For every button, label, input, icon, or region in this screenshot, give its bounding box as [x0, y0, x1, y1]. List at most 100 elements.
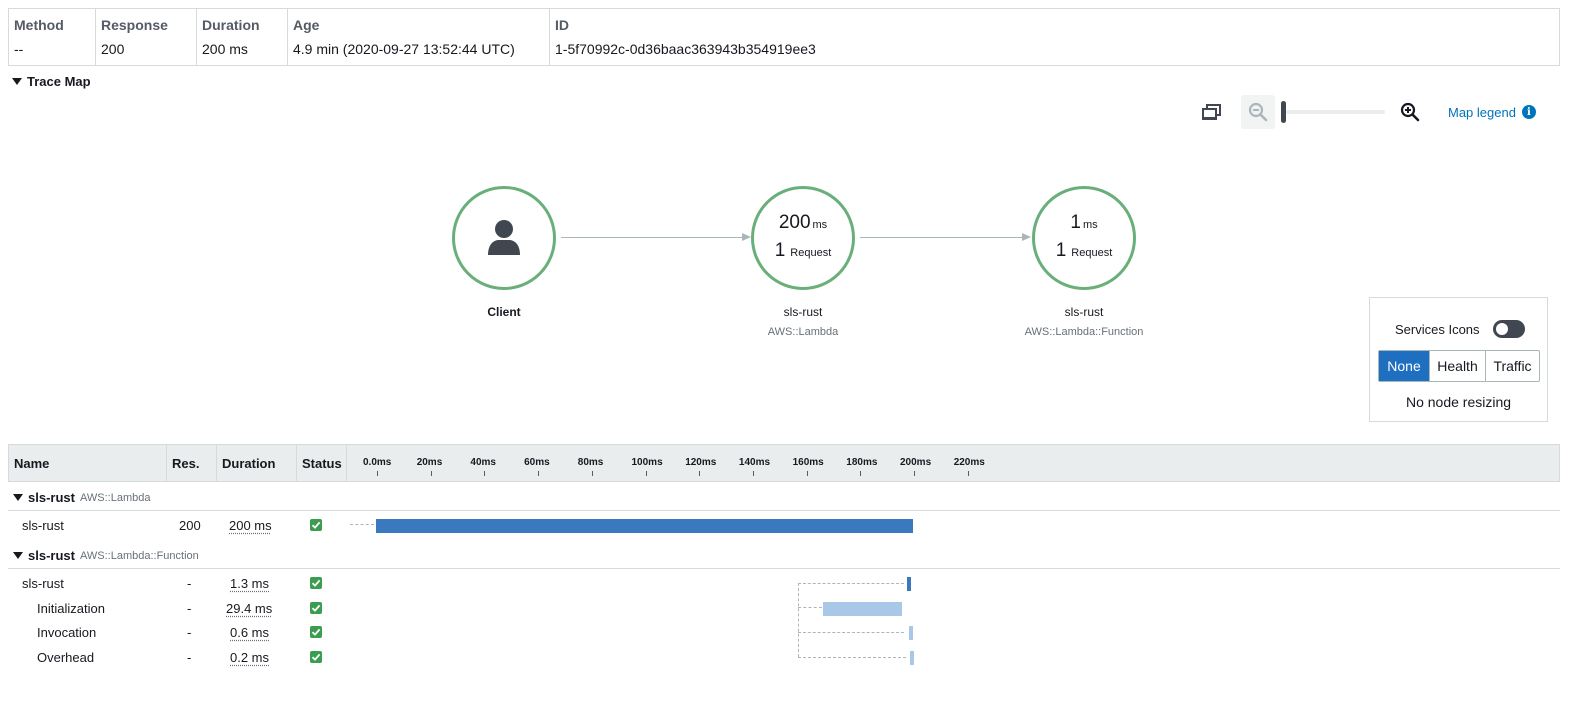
- timeline-tick-mark: [914, 471, 915, 476]
- group-type: AWS::Lambda: [79, 491, 151, 504]
- toggle-knob: [1495, 323, 1508, 335]
- method-header: Method: [14, 17, 64, 33]
- timeline-connector: [798, 583, 904, 657]
- duration-header: Duration: [202, 17, 260, 33]
- caret-down-icon: [13, 552, 23, 559]
- timeline-tick-mark: [860, 471, 862, 476]
- method-column: Method --: [9, 9, 96, 65]
- segment-duration[interactable]: 200 ms: [229, 518, 272, 533]
- timeline-duration-bar[interactable]: [907, 577, 912, 591]
- zoom-out-icon: [1248, 102, 1268, 122]
- status-column-header[interactable]: Status: [297, 445, 347, 481]
- timeline-tick-mark: [430, 471, 432, 476]
- lambda-service-node[interactable]: 200 ms 1 Request: [751, 186, 855, 290]
- services-icons-label: Services Icons: [1395, 321, 1480, 337]
- timeline-tick-mark: [699, 471, 701, 476]
- timeline-duration-bar[interactable]: [823, 602, 902, 616]
- node-requests: 1 Request: [1056, 240, 1113, 264]
- services-icons-row: Services Icons: [1395, 320, 1525, 338]
- timeline-header: Name Res. Duration Status 0.0ms 20ms 40ms 6…: [8, 444, 1560, 482]
- service-group-row[interactable]: sls-rust AWS::Lambda: [8, 485, 1560, 511]
- id-header: ID: [555, 17, 569, 33]
- resize-status-text: No node resizing: [1405, 394, 1512, 410]
- map-toolbar: Map legend i: [1195, 94, 1536, 130]
- age-value: 4.9 min (2020-09-27 13:52:44 UTC): [293, 41, 515, 57]
- age-column: Age 4.9 min (2020-09-27 13:52:44 UTC): [288, 9, 550, 65]
- node-type: AWS::Lambda::Function: [1024, 326, 1144, 338]
- requests-label: Request: [790, 247, 832, 259]
- duration-column: Duration 200 ms: [197, 9, 288, 65]
- id-column: ID 1-5f70992c-0d36baac363943b354919ee3: [550, 9, 1559, 65]
- zoom-slider-thumb[interactable]: [1281, 101, 1286, 123]
- map-legend-label: Map legend: [1448, 104, 1516, 120]
- subsegment-row[interactable]: Initialization - 29.4 ms: [8, 597, 1560, 621]
- node-sizing-segmented-control: None Health Traffic: [1378, 350, 1540, 382]
- duration-column-header[interactable]: Duration: [217, 445, 297, 481]
- name-column-header[interactable]: Name: [9, 445, 167, 481]
- subsegment-name: Overhead: [37, 650, 95, 665]
- client-node[interactable]: [452, 186, 556, 290]
- segment-row[interactable]: sls-rust - 1.3 ms: [8, 572, 1560, 596]
- timeline-tick-label: 200ms: [900, 457, 932, 468]
- requests-value: 1: [774, 240, 786, 261]
- latency-value: 200: [778, 212, 811, 233]
- node-name: sls-rust: [1064, 305, 1104, 319]
- segment-name: sls-rust: [22, 576, 64, 591]
- subsegment-row[interactable]: Invocation - 0.6 ms: [8, 621, 1560, 645]
- zoom-out-button[interactable]: [1241, 95, 1275, 129]
- info-icon: i: [1521, 105, 1536, 119]
- segment-response: 200: [179, 518, 201, 533]
- seg-traffic-button[interactable]: Traffic: [1486, 351, 1539, 381]
- group-name: sls-rust: [28, 490, 75, 505]
- segment-duration[interactable]: 1.3 ms: [230, 576, 269, 591]
- caret-down-icon: [12, 78, 22, 85]
- response-column: Response 200: [96, 9, 197, 65]
- res-column-header[interactable]: Res.: [167, 445, 217, 481]
- timeline-duration-bar[interactable]: [376, 519, 913, 533]
- requests-label: Request: [1071, 247, 1113, 259]
- status-ok-icon: [310, 519, 322, 531]
- timeline-duration-bar[interactable]: [909, 626, 914, 640]
- trace-summary-table: Method -- Response 200 Duration 200 ms A…: [8, 8, 1560, 66]
- subsegment-response: -: [187, 625, 192, 640]
- timeline-tick-label: 140ms: [738, 457, 771, 468]
- subsegment-name: Initialization: [37, 601, 105, 616]
- timeline-tick-label: 100ms: [631, 457, 663, 468]
- zoom-slider[interactable]: [1281, 101, 1385, 123]
- map-legend-link[interactable]: Map legend i: [1448, 105, 1536, 120]
- timeline-tick-mark: [591, 471, 593, 476]
- subsegment-duration[interactable]: 29.4 ms: [226, 601, 272, 616]
- zoom-in-button[interactable]: [1393, 95, 1427, 129]
- seg-none-button[interactable]: None: [1379, 351, 1430, 381]
- user-icon: [488, 220, 520, 255]
- subsegment-duration[interactable]: 0.6 ms: [230, 625, 269, 640]
- requests-value: 1: [1055, 240, 1067, 261]
- timeline-tick-label: 60ms: [524, 457, 550, 468]
- service-group-row[interactable]: sls-rust AWS::Lambda::Function: [8, 543, 1560, 569]
- node-type: AWS::Lambda: [767, 326, 839, 338]
- fit-to-screen-button[interactable]: [1195, 95, 1229, 129]
- latency-unit: ms: [1082, 219, 1098, 231]
- node-name: Client: [487, 305, 521, 319]
- node-latency: 1 ms: [1070, 212, 1097, 236]
- zoom-in-icon: [1400, 102, 1420, 122]
- subsegment-duration[interactable]: 0.2 ms: [230, 650, 269, 665]
- status-ok-icon: [310, 651, 322, 663]
- timeline-tick-label: 80ms: [577, 457, 604, 468]
- timeline-tick-label: 180ms: [846, 457, 878, 468]
- trace-map-toggle[interactable]: Trace Map: [12, 74, 91, 89]
- timeline-connector: [798, 632, 904, 633]
- timeline-duration-bar[interactable]: [910, 651, 915, 665]
- node-name: sls-rust: [783, 305, 823, 319]
- lambda-function-node[interactable]: 1 ms 1 Request: [1032, 186, 1136, 290]
- map-options-panel: Services Icons None Health Traffic No no…: [1369, 297, 1548, 422]
- timeline-tick-label: 0.0ms: [363, 457, 392, 468]
- caret-down-icon: [13, 494, 23, 501]
- services-icons-toggle[interactable]: [1492, 320, 1525, 338]
- response-header: Response: [101, 17, 168, 33]
- group-type: AWS::Lambda::Function: [79, 549, 199, 562]
- subsegment-row[interactable]: Overhead - 0.2 ms: [8, 646, 1560, 670]
- subsegment-response: -: [187, 601, 192, 616]
- duration-value: 200 ms: [202, 41, 248, 57]
- seg-health-button[interactable]: Health: [1430, 351, 1486, 381]
